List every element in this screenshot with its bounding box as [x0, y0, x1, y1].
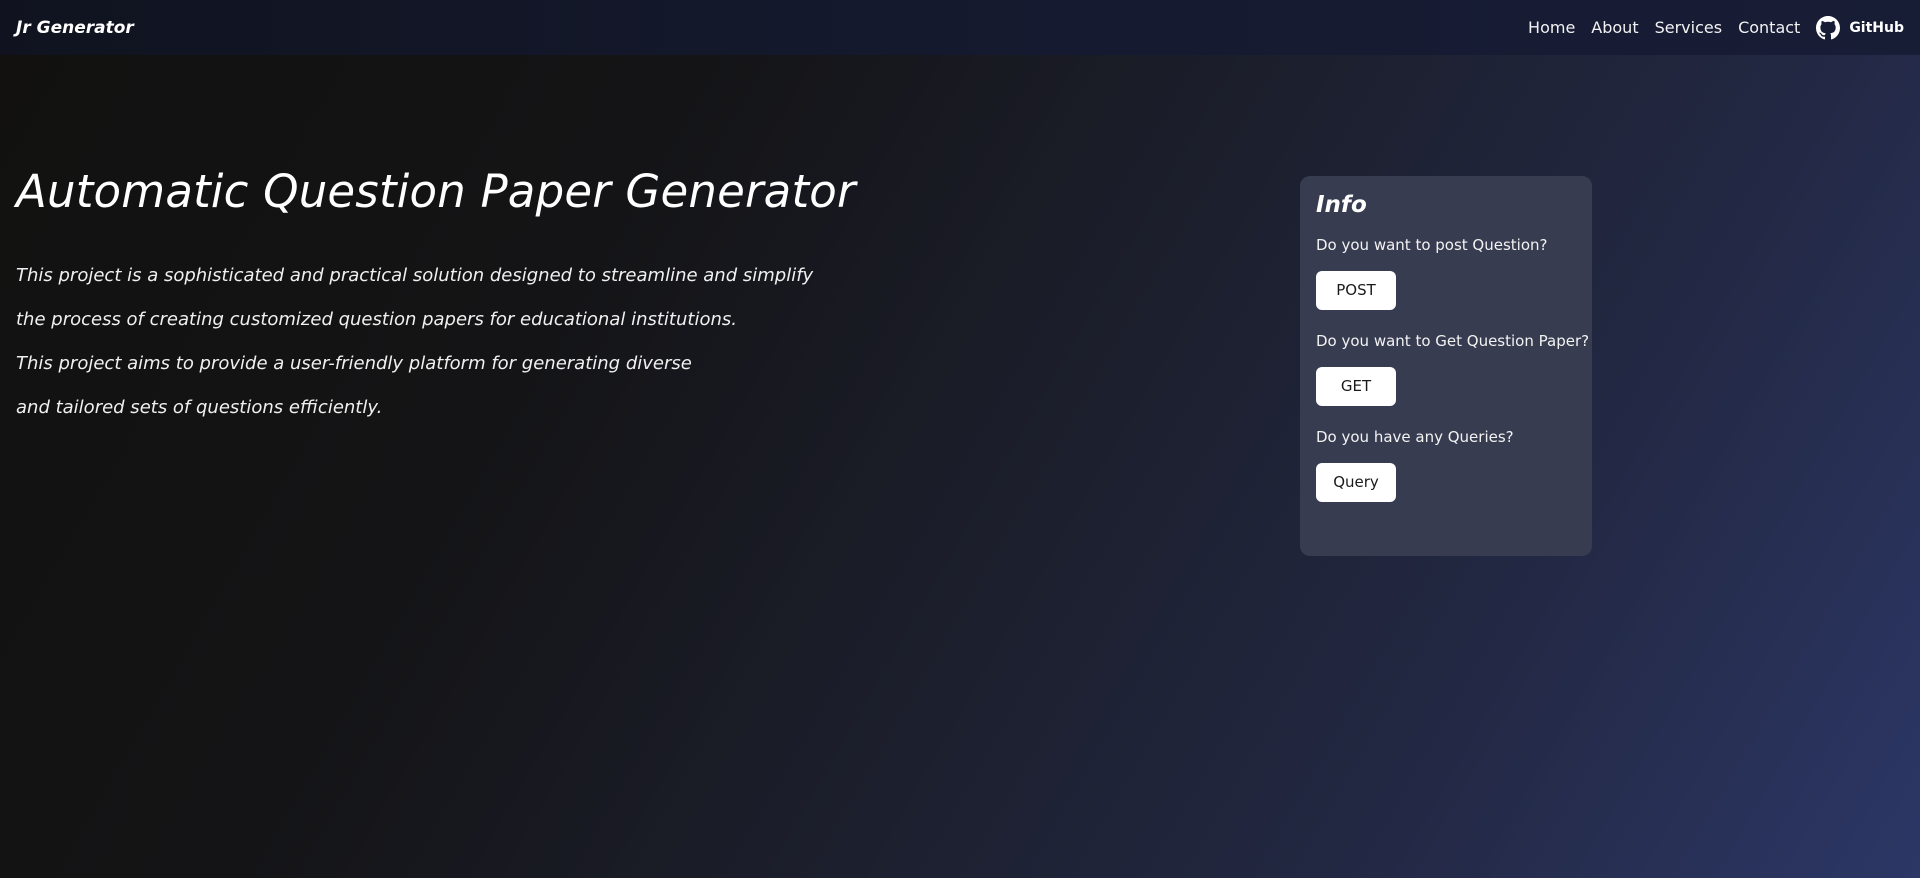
- nav-links: Home About Services Contact GitHub: [1528, 15, 1904, 40]
- post-question-prompt: Do you want to post Question?: [1316, 236, 1548, 254]
- brand-link[interactable]: Jr Generator: [16, 18, 134, 38]
- github-icon: [1816, 15, 1841, 40]
- query-button[interactable]: Query: [1316, 463, 1396, 502]
- description-line: This project aims to provide a user-frie…: [16, 353, 692, 374]
- page-title: Automatic Question Paper Generator: [16, 165, 856, 218]
- nav-link-home[interactable]: Home: [1528, 18, 1575, 37]
- navbar: Jr Generator Home About Services Contact…: [0, 0, 1920, 55]
- queries-prompt: Do you have any Queries?: [1316, 428, 1514, 446]
- nav-link-contact[interactable]: Contact: [1738, 18, 1800, 37]
- get-paper-prompt: Do you want to Get Question Paper?: [1316, 332, 1590, 350]
- description-line: This project is a sophisticated and prac…: [16, 265, 814, 286]
- description-line: the process of creating customized quest…: [16, 309, 737, 330]
- get-button[interactable]: GET: [1316, 367, 1396, 406]
- description-line: and tailored sets of questions efficient…: [16, 397, 383, 418]
- nav-link-services[interactable]: Services: [1655, 18, 1722, 37]
- info-title: Info: [1316, 192, 1367, 218]
- info-card: Info Do you want to post Question? POST …: [1300, 176, 1592, 556]
- hero-description: This project is a sophisticated and prac…: [16, 254, 816, 430]
- post-button[interactable]: POST: [1316, 271, 1396, 310]
- github-label: GitHub: [1849, 19, 1904, 36]
- github-link[interactable]: GitHub: [1816, 15, 1904, 40]
- nav-link-about[interactable]: About: [1591, 18, 1638, 37]
